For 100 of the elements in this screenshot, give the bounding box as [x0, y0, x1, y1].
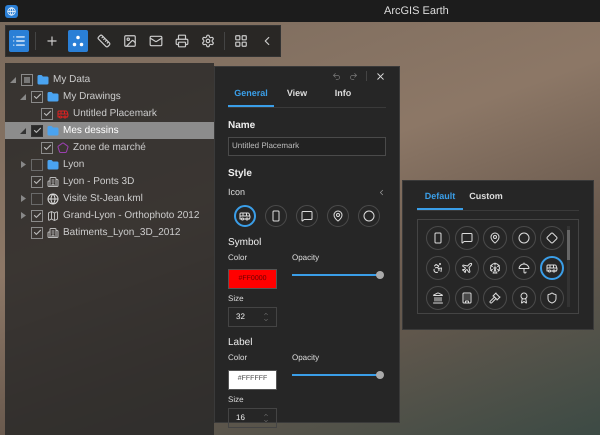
section-heading: Symbol — [228, 236, 262, 250]
collapsed-arrow-icon[interactable] — [20, 212, 26, 219]
undo-icon[interactable] — [332, 72, 341, 80]
checkbox[interactable] — [31, 158, 43, 170]
icon-option[interactable] — [512, 286, 536, 310]
section-heading: Name — [228, 118, 256, 132]
icon-option[interactable] — [512, 256, 536, 280]
tree-row[interactable]: Lyon — [5, 156, 214, 173]
slider-thumb[interactable] — [376, 371, 384, 380]
tab[interactable]: Default — [417, 190, 463, 210]
folder-icon — [47, 124, 59, 136]
toolbar-button[interactable] — [68, 30, 88, 52]
map-pin-icon — [332, 210, 344, 222]
icon-option[interactable] — [234, 205, 256, 227]
icon-option[interactable] — [483, 256, 508, 280]
icon-option[interactable] — [454, 286, 479, 310]
collapsed-arrow-icon[interactable] — [20, 161, 26, 168]
expanded-arrow-icon[interactable] — [10, 76, 16, 82]
ruler-icon — [96, 34, 111, 48]
icon-option[interactable] — [426, 256, 450, 280]
tree-label: Untitled Placemark — [73, 107, 157, 121]
plus-icon — [44, 34, 59, 48]
icon-option[interactable] — [540, 226, 564, 250]
ferris-wheel-icon — [489, 262, 502, 274]
building-layer-icon — [47, 176, 59, 188]
map-pin-icon — [489, 232, 502, 244]
tree-row[interactable]: Visite St-Jean.kml — [5, 190, 214, 207]
tree-label: My Drawings — [63, 90, 121, 104]
chevron-left-icon[interactable] — [377, 188, 386, 197]
size-label: Size — [228, 293, 245, 306]
circle-icon — [518, 232, 530, 244]
dots-icon — [70, 34, 85, 48]
image-icon — [122, 34, 137, 48]
checkbox[interactable] — [31, 176, 43, 188]
icon-option[interactable] — [512, 226, 536, 250]
icon-option[interactable] — [426, 286, 450, 310]
mail-icon — [148, 34, 163, 48]
toolbar-button[interactable] — [9, 30, 30, 52]
gavel-icon — [489, 292, 502, 304]
tree-row[interactable]: Untitled Placemark — [5, 105, 214, 122]
expanded-arrow-icon[interactable] — [20, 128, 26, 134]
checkbox[interactable] — [21, 74, 33, 86]
tab[interactable]: General — [228, 87, 274, 106]
slider-thumb[interactable] — [376, 271, 384, 279]
grid-icon — [234, 34, 248, 48]
checkbox[interactable] — [41, 108, 53, 120]
tree-row[interactable]: Grand-Lyon - Orthophoto 2012 — [5, 207, 214, 224]
app-logo-icon — [5, 4, 18, 18]
expanded-arrow-icon[interactable] — [20, 94, 26, 100]
opacity-label: Opacity — [292, 352, 320, 364]
icon-option[interactable] — [483, 226, 508, 250]
bank-icon — [432, 292, 444, 304]
size-spinner[interactable]: 32 — [228, 307, 277, 328]
icon-option[interactable] — [358, 205, 380, 227]
polygon-icon — [57, 142, 69, 154]
tree-row[interactable]: Zone de marché — [5, 139, 214, 156]
tree-label: Visite St-Jean.kml — [63, 192, 143, 206]
icon-option[interactable] — [454, 226, 479, 250]
redo-icon[interactable] — [349, 72, 358, 80]
section-heading: Style — [228, 166, 253, 180]
checkbox[interactable] — [31, 90, 43, 102]
shield-icon — [546, 292, 558, 304]
check-icon — [32, 177, 42, 186]
icon-option[interactable] — [540, 256, 564, 280]
icon-option[interactable] — [296, 205, 318, 227]
checkbox[interactable] — [31, 226, 43, 238]
checkbox[interactable] — [31, 124, 43, 136]
tree-label: Zone de marché — [73, 141, 146, 155]
size-spinner[interactable]: 16 — [228, 408, 277, 428]
tree-label: Batiments_Lyon_3D_2012 — [63, 226, 180, 240]
bus-icon — [57, 108, 69, 120]
tree-row[interactable]: My Drawings — [5, 88, 214, 105]
name-field[interactable]: Untitled Placemark — [228, 136, 386, 156]
tab[interactable]: Custom — [463, 190, 509, 210]
tree-row[interactable]: My Data — [5, 71, 214, 88]
icon-option[interactable] — [327, 205, 349, 227]
icon-option[interactable] — [265, 205, 287, 227]
checkbox[interactable] — [41, 142, 53, 154]
color-label: Color — [228, 252, 248, 264]
checkbox[interactable] — [31, 192, 43, 204]
collapsed-arrow-icon[interactable] — [20, 195, 26, 202]
checkbox[interactable] — [31, 210, 43, 222]
tree-label: Grand-Lyon - Orthophoto 2012 — [63, 209, 200, 223]
tree-label: Lyon — [63, 158, 84, 172]
tree-row[interactable]: Batiments_Lyon_3D_2012 — [5, 224, 214, 241]
icon-option[interactable] — [454, 256, 479, 280]
icon-label: Icon — [228, 186, 246, 198]
icon-option[interactable] — [540, 286, 564, 310]
icon-option[interactable] — [483, 286, 508, 310]
tree-row[interactable]: Lyon - Ponts 3D — [5, 173, 214, 190]
tab[interactable]: Info — [320, 87, 366, 106]
tab[interactable]: View — [274, 87, 320, 106]
bus-icon — [239, 210, 251, 222]
scrollbar[interactable] — [567, 226, 570, 306]
printer-icon — [175, 34, 189, 48]
icon-option[interactable] — [426, 226, 450, 250]
size-label: Size — [228, 394, 245, 406]
close-icon[interactable] — [375, 70, 386, 82]
window-title: ArcGIS Earth — [384, 4, 449, 19]
tree-label: Lyon - Ponts 3D — [63, 175, 134, 189]
